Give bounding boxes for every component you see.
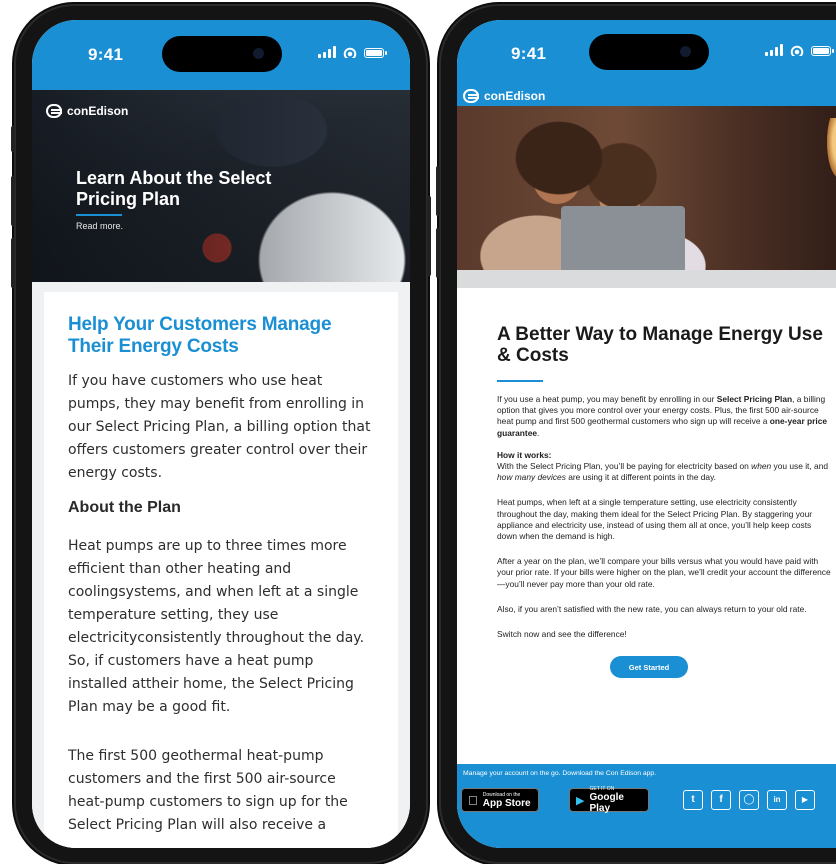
mute-switch [11, 126, 15, 152]
email-paragraph: Switch now and see the difference! [497, 629, 627, 640]
how-it-works: How it works: With the Select Pricing Pla… [497, 449, 829, 483]
status-bar: 9:41 [32, 20, 410, 90]
article-paragraph: Heat pumps are up to three times more ef… [68, 538, 365, 715]
footer-message: Manage your account on the go. Download … [463, 770, 657, 777]
facebook-icon[interactable]: f [711, 790, 731, 810]
signal-icon [765, 44, 783, 56]
dynamic-island [589, 34, 709, 70]
hero-photo [457, 106, 836, 270]
linkedin-icon[interactable]: in [767, 790, 787, 810]
battery-icon [811, 46, 834, 56]
article-paragraph: The first 500 geothermal heat-pump custo… [68, 748, 348, 833]
conedison-logo-icon [463, 89, 479, 103]
laptop-image [561, 206, 685, 270]
screen-right: 9:41 conEdison A Better Way to Manage En… [457, 20, 836, 848]
volume-down-button [436, 228, 440, 278]
volume-up-button [436, 166, 440, 216]
conedison-logo: conEdison [463, 89, 545, 103]
wifi-icon [789, 44, 805, 56]
instagram-icon[interactable]: ◯ [739, 790, 759, 810]
status-bar: 9:41 [457, 20, 836, 86]
about-plan-heading: About the Plan [68, 499, 181, 516]
read-more-link[interactable]: Read more. [76, 221, 123, 231]
screen-left: 9:41 conEdison Learn About the Select Pr… [32, 20, 410, 848]
email-card: A Better Way to Manage Energy Use & Cost… [457, 288, 836, 764]
play-icon: ▶ [576, 794, 585, 807]
status-time: 9:41 [88, 45, 124, 64]
section-divider [457, 270, 836, 288]
email-footer: Manage your account on the go. Download … [457, 764, 836, 848]
status-icons [318, 46, 387, 58]
google-play-badge[interactable]: ▶ GET IT ON Google Play [569, 786, 649, 814]
article-intro: If you have customers who use heat pumps… [68, 373, 371, 481]
email-intro: If you use a heat pump, you may benefit … [497, 394, 828, 438]
hero-divider [76, 214, 122, 216]
wifi-icon [342, 46, 358, 58]
apple-icon:  [468, 793, 478, 808]
power-button [427, 196, 431, 276]
battery-icon [364, 48, 387, 58]
brand-bar: conEdison [457, 86, 836, 106]
email-paragraph: Also, if you aren’t satisfied with the n… [497, 603, 807, 614]
status-time: 9:41 [511, 44, 547, 63]
hero-title: Learn About the Select Pricing Plan [76, 168, 272, 209]
app-store-badge[interactable]:  Download on theApp Store [461, 788, 539, 812]
twitter-icon[interactable]: t [683, 790, 703, 810]
volume-up-button [11, 176, 15, 226]
article-card: Help Your Customers Manage Their Energy … [44, 292, 398, 848]
signal-icon [318, 46, 336, 58]
heading-divider [497, 380, 543, 382]
get-started-button[interactable]: Get Started [610, 656, 688, 679]
content-area: Help Your Customers Manage Their Energy … [32, 282, 410, 848]
dynamic-island [162, 36, 282, 72]
article-heading: Help Your Customers Manage Their Energy … [68, 314, 332, 357]
status-icons [765, 44, 834, 56]
email-heading: A Better Way to Manage Energy Use & Cost… [497, 324, 823, 366]
hero-banner[interactable]: conEdison Learn About the Select Pricing… [32, 90, 410, 282]
conedison-logo: conEdison [46, 104, 128, 118]
volume-down-button [11, 238, 15, 288]
lamp-image [827, 118, 836, 178]
email-paragraph: After a year on the plan, we’ll compare … [497, 556, 831, 589]
email-paragraph: Heat pumps, when left at a single temper… [497, 497, 813, 542]
phone-left: 9:41 conEdison Learn About the Select Pr… [11, 6, 431, 862]
phone-right: 9:41 conEdison A Better Way to Manage En… [436, 6, 836, 862]
youtube-icon[interactable]: ▶ [795, 790, 815, 810]
conedison-logo-icon [46, 104, 62, 118]
